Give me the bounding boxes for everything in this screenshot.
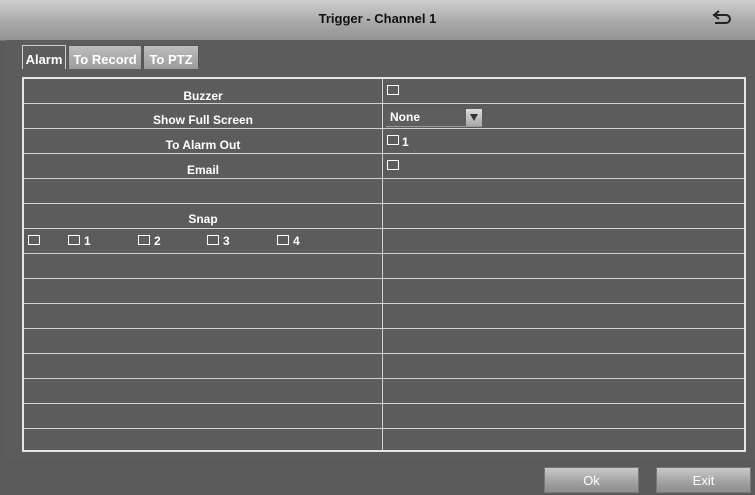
tab-alarm[interactable]: Alarm [22,45,66,69]
chevron-down-icon[interactable] [466,109,482,126]
row-divider [24,403,744,404]
window-title: Trigger - Channel 1 [318,11,437,26]
row-divider [24,153,744,154]
snap-option-label: 1 [84,234,91,248]
exit-button[interactable]: Exit [656,467,751,493]
title-bar: Trigger - Channel 1 [0,0,755,41]
snap-checkbox-1[interactable] [68,235,80,245]
alarm-out-checkbox-1[interactable] [387,135,399,145]
ok-button[interactable]: Ok [544,467,639,493]
row-divider [24,128,744,129]
snap-label: Snap [188,212,218,226]
buzzer-checkbox[interactable] [387,85,399,95]
show-full-screen-select[interactable]: None [386,109,482,127]
snap-option-label: 3 [223,234,230,248]
column-divider [382,79,383,450]
email-checkbox[interactable] [387,160,399,170]
row-divider [24,228,744,229]
alarm-out-label: To Alarm Out [165,138,241,152]
snap-checkbox-all[interactable] [28,235,40,245]
row-divider [24,303,744,304]
tab-to-record[interactable]: To Record [68,45,142,69]
snap-option-label: 2 [154,234,161,248]
alarm-out-option-label: 1 [402,135,409,149]
snap-checkbox-4[interactable] [277,235,289,245]
row-divider [24,328,744,329]
row-divider [24,103,744,104]
buzzer-label: Buzzer [183,89,223,103]
row-divider [24,178,744,179]
row-divider [24,353,744,354]
row-divider [24,278,744,279]
show-full-screen-label: Show Full Screen [152,113,254,127]
row-divider [24,428,744,429]
row-divider [24,378,744,379]
tab-to-ptz[interactable]: To PTZ [143,45,199,69]
email-label: Email [186,163,219,177]
back-icon[interactable] [711,10,733,28]
row-divider [24,203,744,204]
snap-checkbox-3[interactable] [207,235,219,245]
snap-checkbox-2[interactable] [138,235,150,245]
snap-option-label: 4 [293,234,300,248]
row-divider [24,253,744,254]
trigger-settings-grid: Buzzer Show Full Screen None To Alarm Ou… [22,77,746,452]
show-full-screen-value: None [390,110,420,124]
